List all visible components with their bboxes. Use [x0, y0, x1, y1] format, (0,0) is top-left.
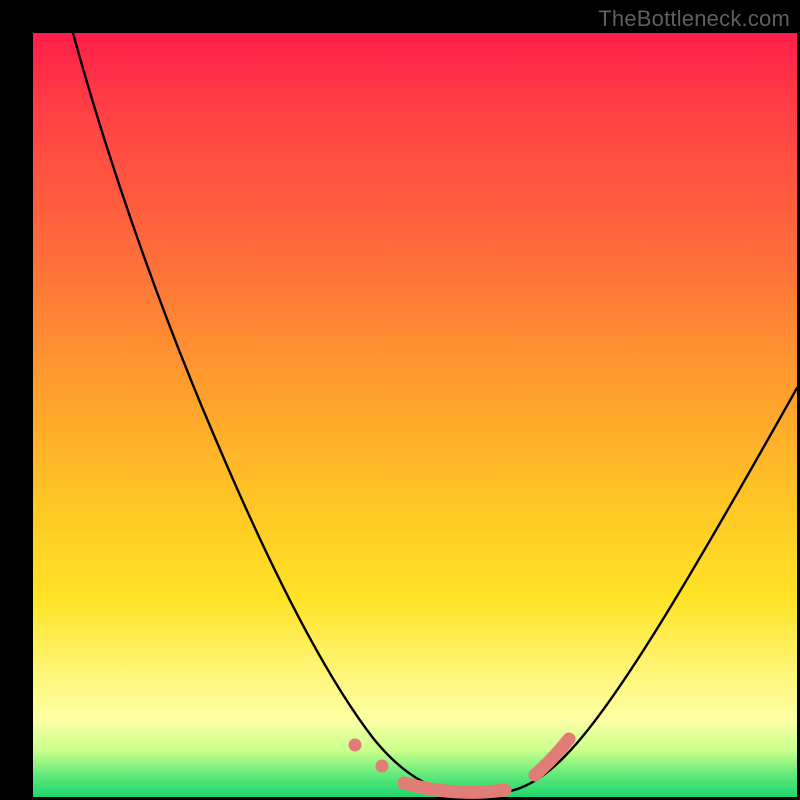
marker-valley-segment [404, 783, 505, 792]
watermark-text: TheBottleneck.com [598, 6, 790, 32]
curve-layer [33, 33, 797, 797]
bottleneck-curve [73, 33, 797, 795]
marker-dot-2 [376, 760, 389, 773]
marker-dot-1 [349, 739, 362, 752]
gradient-plot-area [33, 33, 797, 797]
outer-frame: TheBottleneck.com [0, 0, 800, 800]
